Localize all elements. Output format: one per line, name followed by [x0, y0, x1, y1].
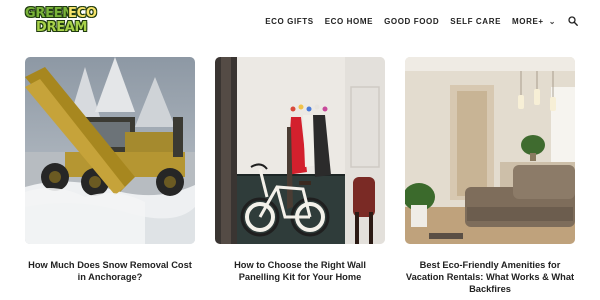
- logo-word-green: GREEN: [25, 6, 73, 21]
- logo-word-eco: ECO: [68, 6, 97, 21]
- nav-item-good-food[interactable]: GOOD FOOD: [384, 17, 439, 26]
- search-icon[interactable]: [568, 16, 578, 26]
- nav-item-more[interactable]: MORE+ ⌄: [512, 17, 556, 26]
- snow-plow-photo: [25, 57, 195, 244]
- site-logo[interactable]: GREEN ECO DREAM: [24, 7, 98, 35]
- nav-item-more-label: MORE+: [512, 16, 544, 26]
- article-card: How to Choose the Right Wall Panelling K…: [215, 57, 385, 283]
- article-grid: How Much Does Snow Removal Cost in Ancho…: [25, 57, 575, 294]
- article-title[interactable]: Best Eco-Friendly Amenities for Vacation…: [405, 259, 575, 295]
- nav-item-eco-gifts[interactable]: ECO GIFTS: [265, 17, 314, 26]
- chevron-down-icon: ⌄: [548, 16, 556, 26]
- hallway-photo: [215, 57, 385, 244]
- article-title[interactable]: How Much Does Snow Removal Cost in Ancho…: [25, 259, 195, 283]
- main-nav: ECO GIFTS ECO HOME GOOD FOOD SELF CARE M…: [265, 15, 578, 27]
- article-image-snow-plow[interactable]: [25, 57, 195, 244]
- article-image-hallway[interactable]: [215, 57, 385, 244]
- article-title[interactable]: How to Choose the Right Wall Panelling K…: [215, 259, 385, 283]
- nav-item-eco-home[interactable]: ECO HOME: [325, 17, 373, 26]
- living-room-photo: [405, 57, 575, 244]
- nav-item-self-care[interactable]: SELF CARE: [450, 17, 501, 26]
- article-card: How Much Does Snow Removal Cost in Ancho…: [25, 57, 195, 283]
- site-header: GREEN ECO DREAM ECO GIFTS ECO HOME GOOD …: [0, 0, 600, 44]
- logo-word-dream: DREAM: [36, 20, 88, 35]
- article-image-living-room[interactable]: [405, 57, 575, 244]
- article-card: Best Eco-Friendly Amenities for Vacation…: [405, 57, 575, 295]
